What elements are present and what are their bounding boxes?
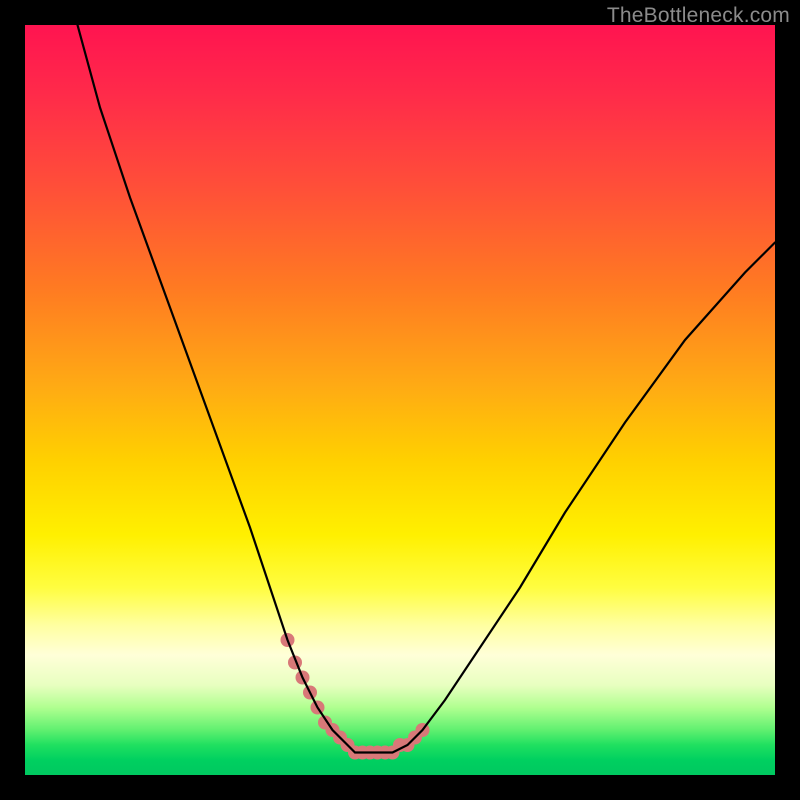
- chart-svg: [25, 25, 775, 775]
- highlight-dots-group: [281, 633, 430, 760]
- plot-area: [25, 25, 775, 775]
- bottleneck-curve: [78, 25, 776, 753]
- chart-frame: TheBottleneck.com: [0, 0, 800, 800]
